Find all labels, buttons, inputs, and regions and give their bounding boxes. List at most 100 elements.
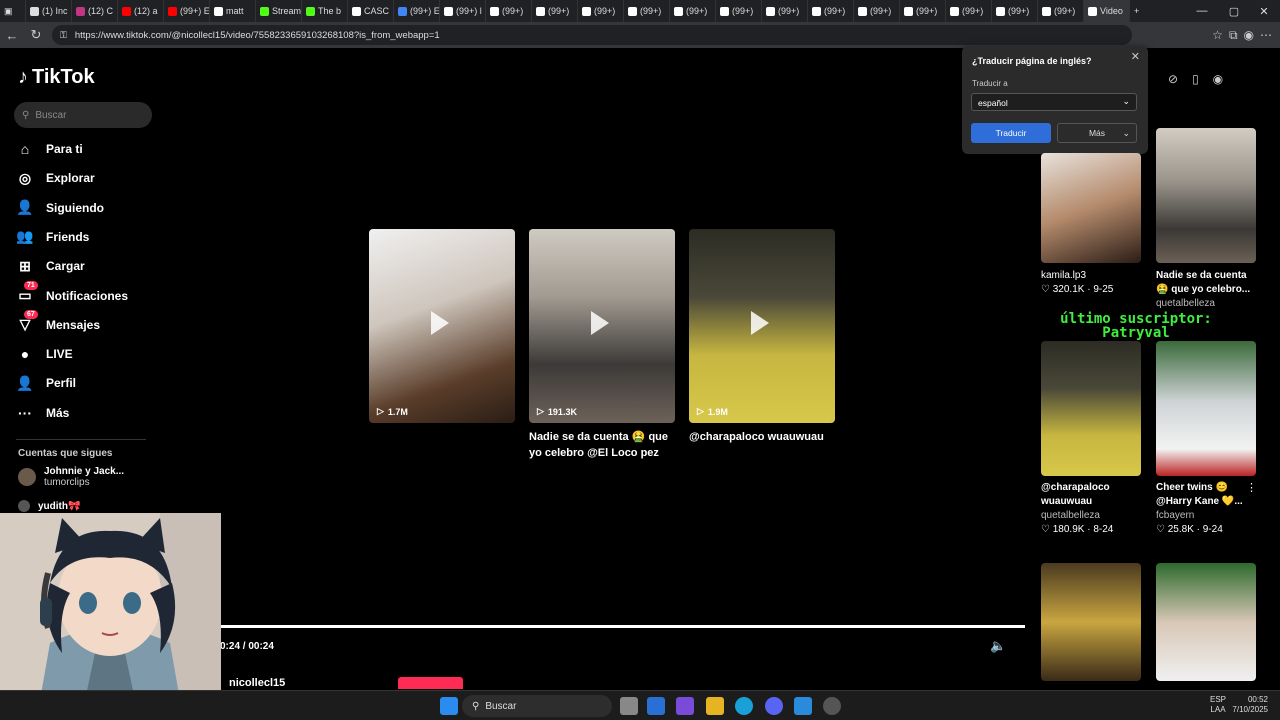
address-bar[interactable]: ⚿ https://www.tiktok.com/@nicollecl15/vi…	[52, 25, 1132, 45]
browser-tab[interactable]: (99+)	[486, 0, 532, 22]
video-thumbnail[interactable]	[1041, 563, 1141, 681]
sidebar-item-friends[interactable]: 👥 Friends	[16, 225, 89, 249]
video-thumbnail[interactable]	[1041, 341, 1141, 476]
sidebar-item-mensajes[interactable]: ▽ 67 Mensajes	[16, 309, 100, 337]
more-options-icon[interactable]: ⋮	[1246, 481, 1257, 494]
sidebar-item-más[interactable]: ··· Más	[16, 401, 69, 425]
browser-tab[interactable]: (99+)	[946, 0, 992, 22]
sidebar-item-notificaciones[interactable]: ▭ 71 Notificaciones	[16, 280, 128, 308]
video-progress-bar[interactable]	[221, 625, 1025, 628]
following-item[interactable]: yudith🎀	[18, 500, 80, 512]
browser-tab[interactable]: (99+)	[992, 0, 1038, 22]
maximize-icon[interactable]: ▢	[1218, 0, 1250, 22]
sidebar-item-siguiendo[interactable]: 👤 Siguiendo	[16, 196, 104, 220]
video-caption[interactable]: @charapaloco wuauwuau	[689, 429, 839, 445]
taskbar-search[interactable]: ⚲ Buscar	[462, 695, 612, 717]
video-thumbnail[interactable]	[1156, 128, 1256, 263]
browser-tab[interactable]: (99+)	[578, 0, 624, 22]
browser-tab[interactable]: Stream	[256, 0, 302, 22]
translate-title: ¿Traducir página de inglés?	[972, 56, 1092, 66]
new-tab-button[interactable]: +	[1130, 0, 1150, 22]
browser-tab[interactable]: (12) C	[72, 0, 118, 22]
video-thumbnail[interactable]	[1041, 153, 1141, 263]
extensions-icon[interactable]: ⧉	[1229, 28, 1238, 43]
video-title: Nadie se da cuenta 🤮 que yo celebro...	[1156, 270, 1251, 295]
tab-label: (12) a	[134, 6, 158, 16]
avatar-icon[interactable]: ◉	[1213, 72, 1223, 86]
video-caption[interactable]: Nadie se da cuenta 🤮 que yo celebro @El …	[529, 429, 675, 461]
browser-tab[interactable]: (99+)	[900, 0, 946, 22]
tab-favicon-icon	[30, 6, 39, 16]
site-info-icon[interactable]: ⚿	[60, 30, 67, 41]
start-icon[interactable]	[440, 697, 458, 715]
minimize-icon[interactable]: —	[1186, 0, 1218, 22]
video-info[interactable]: Nadie se da cuenta 🤮 que yo celebro... q…	[1156, 269, 1256, 311]
task-view-icon[interactable]	[620, 697, 638, 715]
translate-button[interactable]: Traducir	[971, 123, 1051, 143]
sidebar-item-cargar[interactable]: ⊞ Cargar	[16, 254, 85, 278]
browser-tab[interactable]: The b	[302, 0, 348, 22]
back-icon[interactable]: ←	[0, 23, 24, 47]
browser-tab[interactable]: (99+)	[808, 0, 854, 22]
close-icon[interactable]: ✕	[1131, 50, 1140, 63]
menu-icon[interactable]: ⋯	[1260, 28, 1272, 42]
copilot-icon[interactable]	[676, 697, 694, 715]
star-icon[interactable]: ☆	[1212, 28, 1223, 42]
browser-tab[interactable]: (1) Inc	[26, 0, 72, 22]
video-thumbnail[interactable]	[1156, 341, 1256, 476]
browser-tab[interactable]: Video	[1084, 0, 1130, 22]
browser-tab[interactable]: (99+)	[1038, 0, 1084, 22]
sidebar-item-live[interactable]: ● LIVE	[16, 342, 73, 366]
browser-tab[interactable]: (99+)	[762, 0, 808, 22]
browser-tab[interactable]: (12) a	[118, 0, 164, 22]
compass-icon[interactable]: ⊘	[1168, 72, 1178, 86]
sidebar-item-para-ti[interactable]: ⌂ Para ti	[16, 137, 83, 161]
file-explorer-icon[interactable]	[706, 697, 724, 715]
phone-icon[interactable]: ▯	[1192, 72, 1199, 86]
video-info[interactable]: kamila.lp3 ♡ 320.1K · 9-25	[1041, 269, 1146, 297]
browser-tab[interactable]: (99+)	[670, 0, 716, 22]
store-icon[interactable]	[647, 697, 665, 715]
search-icon: ⚲	[472, 700, 480, 712]
browser-tab[interactable]: (99+)	[532, 0, 578, 22]
tab-favicon-icon	[536, 6, 545, 16]
search-input[interactable]: ⚲ Buscar	[14, 102, 152, 128]
language-indicator[interactable]: ESP LAA	[1210, 695, 1226, 715]
browser-tab[interactable]: CASC	[348, 0, 394, 22]
edge-icon[interactable]	[735, 697, 753, 715]
video-info[interactable]: Cheer twins 😊 @Harry Kane 💛... fcbayern …	[1156, 481, 1256, 537]
following-item[interactable]: Johnnie y Jack... tumorclips	[18, 466, 124, 488]
video-info[interactable]: @charapaloco wuauwuau quetalbelleza ♡ 18…	[1041, 481, 1146, 537]
tab-label: (99+)	[870, 6, 892, 16]
browser-tab[interactable]: (99+)	[854, 0, 900, 22]
browser-tab[interactable]: (99+)	[716, 0, 762, 22]
more-button[interactable]: Más ⌄	[1057, 123, 1137, 143]
tiktok-logo[interactable]: ♪ TikTok	[18, 66, 95, 89]
tab-actions-icon[interactable]: ▣	[0, 0, 26, 22]
browser-tab[interactable]: matt	[210, 0, 256, 22]
clock[interactable]: 00:52 7/10/2025	[1232, 695, 1268, 715]
browser-tab[interactable]: (99+) l	[440, 0, 486, 22]
reload-icon[interactable]: ↻	[24, 23, 48, 47]
browser-tab[interactable]: (99+) E	[394, 0, 440, 22]
volume-icon[interactable]: 🔈	[990, 638, 1006, 654]
profile-icon[interactable]: ◉	[1244, 28, 1254, 42]
language-select[interactable]: español ⌄	[971, 93, 1137, 111]
settings-icon[interactable]	[823, 697, 841, 715]
more-icon: ···	[18, 404, 32, 421]
app-icon[interactable]	[794, 697, 812, 715]
discord-icon[interactable]	[765, 697, 783, 715]
sidebar-item-explorar[interactable]: ◎ Explorar	[16, 166, 95, 190]
close-window-icon[interactable]: ✕	[1248, 0, 1280, 22]
video-card[interactable]: ▷ 1.9M	[689, 229, 835, 423]
sidebar-item-perfil[interactable]: 👤 Perfil	[16, 371, 76, 395]
video-card[interactable]: ▷ 1.7M	[369, 229, 515, 423]
browser-tab[interactable]: (99+)	[624, 0, 670, 22]
video-card[interactable]: ▷ 191.3K	[529, 229, 675, 423]
view-count: ▷ 191.3K	[537, 406, 577, 417]
author-name[interactable]: nicollecl15	[229, 677, 285, 689]
follow-button[interactable]	[398, 677, 463, 689]
video-thumbnail[interactable]	[1156, 563, 1256, 681]
tab-label: (99+)	[548, 6, 570, 16]
browser-tab[interactable]: (99+) E	[164, 0, 210, 22]
